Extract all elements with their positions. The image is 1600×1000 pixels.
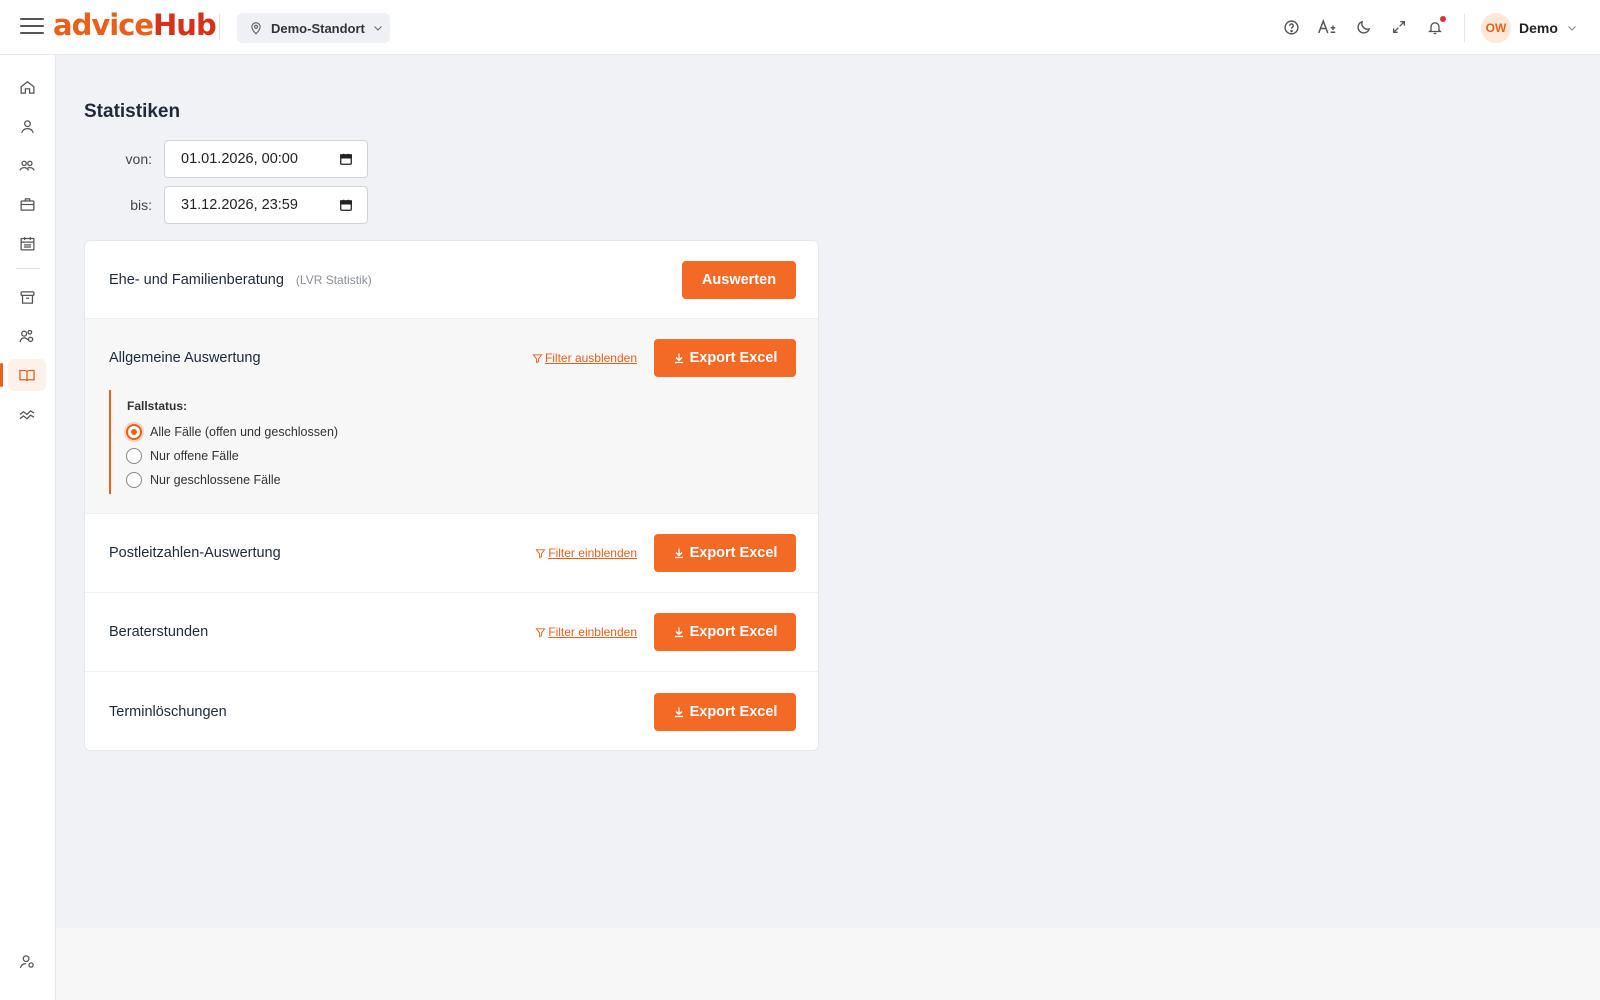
header-divider (1464, 14, 1465, 42)
date-from-row: von: 01.01.2026, 00:00 (84, 140, 368, 178)
notification-badge (1440, 16, 1446, 22)
export-excel-button[interactable]: Export Excel (654, 613, 796, 651)
radio-label: Alle Fälle (offen und geschlossen) (150, 425, 339, 439)
page-title: Statistiken (84, 101, 181, 122)
section-subtitle: (LVR Statistik) (295, 272, 372, 287)
calendar-icon[interactable] (8, 227, 46, 259)
user-settings-icon[interactable] (8, 945, 46, 977)
radio-label: Nur offene Fälle (150, 449, 239, 463)
filter-icon (532, 353, 543, 363)
sidebar-divider (16, 268, 40, 269)
chart-icon[interactable] (8, 398, 46, 430)
users-settings-icon[interactable] (8, 320, 46, 352)
user-icon[interactable] (8, 110, 46, 142)
home-icon[interactable] (8, 71, 46, 103)
section-title: Terminlöschungen (109, 704, 227, 720)
app-logo[interactable]: adviceHub (53, 8, 217, 42)
date-to-input[interactable]: 31.12.2026, 23:59 (164, 186, 368, 224)
logo-text-hub: Hub (153, 8, 217, 42)
export-button-label: Export Excel (689, 704, 778, 720)
radio-option-open[interactable]: Nur offene Fälle (126, 444, 799, 468)
date-from-label: von: (125, 151, 152, 167)
download-icon (674, 627, 683, 638)
toggle-filter-link[interactable]: Filter einblenden (535, 546, 637, 560)
menu-icon[interactable] (20, 18, 44, 38)
notification-icon[interactable] (1424, 16, 1446, 38)
sidebar (0, 55, 56, 1000)
download-icon (674, 548, 683, 559)
export-excel-button[interactable]: Export Excel (654, 339, 796, 377)
section-lvr: Ehe- und Familienberatung (LVR Statistik… (85, 241, 818, 319)
header-divider (219, 14, 220, 40)
calendar-icon[interactable] (339, 198, 353, 212)
top-bar: adviceHub Demo-Standort OW Demo (0, 0, 1600, 55)
help-icon[interactable] (1280, 16, 1302, 38)
filter-icon (535, 548, 546, 558)
logo-text-advice: advice (53, 8, 154, 42)
filter-icon (535, 627, 546, 637)
archive-icon[interactable] (8, 281, 46, 313)
filter-link-label: Filter einblenden (548, 625, 637, 639)
content-footer-area (56, 928, 1600, 1000)
section-title: Postleitzahlen-Auswertung (109, 545, 281, 561)
export-excel-button[interactable]: Export Excel (654, 693, 796, 731)
date-to-value: 31.12.2026, 23:59 (181, 197, 298, 213)
location-pin-icon (251, 22, 261, 35)
radio-option-all[interactable]: Alle Fälle (offen und geschlossen) (126, 420, 799, 444)
auswerten-button[interactable]: Auswerten (682, 260, 796, 299)
location-label: Demo-Standort (271, 20, 365, 36)
toggle-filter-link[interactable]: Filter einblenden (535, 625, 637, 639)
filter-link-label: Filter einblenden (548, 546, 637, 560)
group-icon[interactable] (8, 149, 46, 181)
radio-button[interactable] (126, 472, 142, 488)
export-button-label: Export Excel (689, 545, 778, 561)
radio-button[interactable] (126, 448, 142, 464)
fallstatus-label: Fallstatus: (127, 399, 188, 413)
section-title: Beraterstunden (109, 624, 209, 640)
section-title: Allgemeine Auswertung (109, 350, 261, 366)
statistics-card: Ehe- und Familienberatung (LVR Statistik… (84, 240, 819, 751)
export-button-label: Export Excel (689, 624, 778, 640)
fullscreen-icon[interactable] (1388, 16, 1410, 38)
radio-option-closed[interactable]: Nur geschlossene Fälle (126, 468, 799, 492)
export-excel-button[interactable]: Export Excel (654, 534, 796, 572)
export-button-label: Export Excel (689, 350, 778, 366)
chevron-down-icon (374, 26, 382, 31)
user-menu[interactable]: OW Demo (1481, 13, 1578, 43)
date-from-value: 01.01.2026, 00:00 (181, 151, 298, 167)
font-size-icon[interactable] (1316, 16, 1338, 38)
date-from-input[interactable]: 01.01.2026, 00:00 (164, 140, 368, 178)
chevron-down-icon (1568, 26, 1576, 31)
calendar-icon[interactable] (339, 152, 353, 166)
location-selector[interactable]: Demo-Standort (237, 13, 390, 43)
user-name: Demo (1519, 20, 1558, 36)
radio-button[interactable] (126, 424, 142, 440)
section-terminloeschungen: Terminlöschungen Export Excel (85, 672, 818, 750)
fallstatus-filter: Fallstatus: Alle Fälle (offen und geschl… (109, 390, 799, 494)
section-plz: Postleitzahlen-Auswertung Filter einblen… (85, 514, 818, 593)
filter-link-label: Filter ausblenden (544, 351, 637, 365)
dark-mode-icon[interactable] (1352, 16, 1374, 38)
book-icon[interactable] (0, 359, 46, 391)
toggle-filter-link[interactable]: Filter ausblenden (532, 351, 637, 365)
avatar: OW (1481, 13, 1511, 43)
date-to-row: bis: 31.12.2026, 23:59 (84, 186, 368, 224)
radio-label: Nur geschlossene Fälle (150, 473, 281, 487)
section-title: Ehe- und Familienberatung (109, 271, 284, 288)
section-beraterstunden: Beraterstunden Filter einblenden Export … (85, 593, 818, 672)
download-icon (674, 707, 683, 718)
download-icon (674, 353, 683, 364)
date-to-label: bis: (130, 197, 152, 213)
briefcase-icon[interactable] (8, 188, 46, 220)
